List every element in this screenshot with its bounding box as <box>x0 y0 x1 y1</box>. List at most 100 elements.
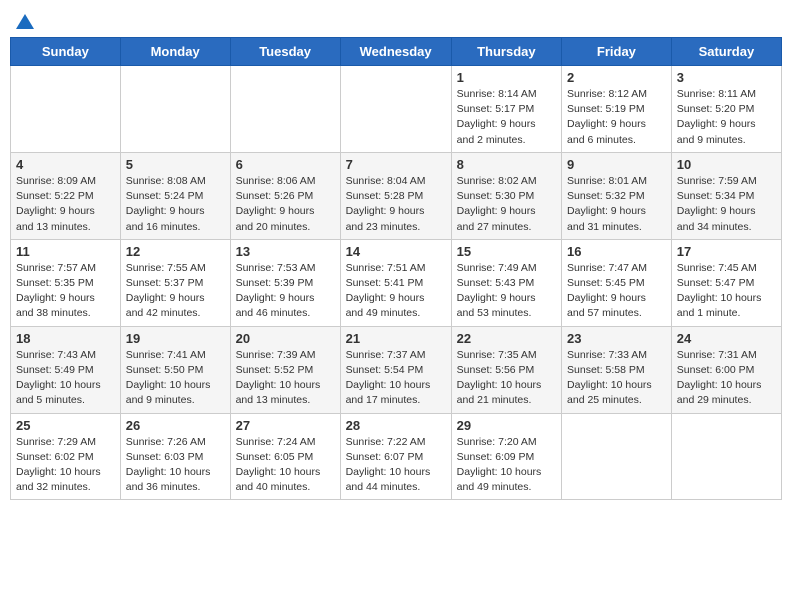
sun-info: Sunrise: 7:26 AM Sunset: 6:03 PM Dayligh… <box>126 435 225 496</box>
column-header-saturday: Saturday <box>671 38 781 66</box>
calendar-cell: 12 Sunrise: 7:55 AM Sunset: 5:37 PM Dayli… <box>120 239 230 326</box>
calendar-week-row: 11 Sunrise: 7:57 AM Sunset: 5:35 PM Dayli… <box>11 239 782 326</box>
sun-info: Sunrise: 7:39 AM Sunset: 5:52 PM Dayligh… <box>236 348 335 409</box>
sun-info: Sunrise: 8:12 AM Sunset: 5:19 PM Dayligh… <box>567 87 666 148</box>
calendar-cell: 3Sunrise: 8:11 AM Sunset: 5:20 PM Daylig… <box>671 66 781 153</box>
calendar-week-row: 4 Sunrise: 8:09 AM Sunset: 5:22 PM Daylig… <box>11 152 782 239</box>
day-number: 21 <box>346 331 446 346</box>
calendar-cell: 4 Sunrise: 8:09 AM Sunset: 5:22 PM Daylig… <box>11 152 121 239</box>
calendar-cell: 8 Sunrise: 8:02 AM Sunset: 5:30 PM Daylig… <box>451 152 561 239</box>
day-number: 14 <box>346 244 446 259</box>
day-number: 25 <box>16 418 115 433</box>
calendar-cell: 20 Sunrise: 7:39 AM Sunset: 5:52 PM Dayli… <box>230 326 340 413</box>
sun-info: Sunrise: 8:04 AM Sunset: 5:28 PM Dayligh… <box>346 174 446 235</box>
day-number: 8 <box>457 157 556 172</box>
column-header-wednesday: Wednesday <box>340 38 451 66</box>
calendar-cell <box>11 66 121 153</box>
calendar-cell: 29 Sunrise: 7:20 AM Sunset: 6:09 PM Dayli… <box>451 413 561 500</box>
calendar-cell: 11 Sunrise: 7:57 AM Sunset: 5:35 PM Dayli… <box>11 239 121 326</box>
calendar-cell <box>671 413 781 500</box>
day-number: 12 <box>126 244 225 259</box>
sun-info: Sunrise: 7:57 AM Sunset: 5:35 PM Dayligh… <box>16 261 115 322</box>
sun-info: Sunrise: 7:33 AM Sunset: 5:58 PM Dayligh… <box>567 348 666 409</box>
calendar-cell: 14 Sunrise: 7:51 AM Sunset: 5:41 PM Dayli… <box>340 239 451 326</box>
calendar-cell: 21 Sunrise: 7:37 AM Sunset: 5:54 PM Dayli… <box>340 326 451 413</box>
calendar-cell: 5 Sunrise: 8:08 AM Sunset: 5:24 PM Daylig… <box>120 152 230 239</box>
calendar-cell: 18 Sunrise: 7:43 AM Sunset: 5:49 PM Dayli… <box>11 326 121 413</box>
calendar-cell: 6 Sunrise: 8:06 AM Sunset: 5:26 PM Daylig… <box>230 152 340 239</box>
sun-info: Sunrise: 8:14 AM Sunset: 5:17 PM Dayligh… <box>457 87 556 148</box>
day-number: 15 <box>457 244 556 259</box>
day-number: 26 <box>126 418 225 433</box>
sun-info: Sunrise: 7:51 AM Sunset: 5:41 PM Dayligh… <box>346 261 446 322</box>
calendar-cell: 2Sunrise: 8:12 AM Sunset: 5:19 PM Daylig… <box>562 66 672 153</box>
calendar-cell: 10 Sunrise: 7:59 AM Sunset: 5:34 PM Dayli… <box>671 152 781 239</box>
calendar-cell: 27 Sunrise: 7:24 AM Sunset: 6:05 PM Dayli… <box>230 413 340 500</box>
day-number: 22 <box>457 331 556 346</box>
sun-info: Sunrise: 7:55 AM Sunset: 5:37 PM Dayligh… <box>126 261 225 322</box>
calendar-cell: 25 Sunrise: 7:29 AM Sunset: 6:02 PM Dayli… <box>11 413 121 500</box>
day-number: 28 <box>346 418 446 433</box>
day-number: 27 <box>236 418 335 433</box>
day-number: 1 <box>457 70 556 85</box>
calendar-cell: 28 Sunrise: 7:22 AM Sunset: 6:07 PM Dayli… <box>340 413 451 500</box>
day-number: 16 <box>567 244 666 259</box>
page-header <box>10 10 782 31</box>
sun-info: Sunrise: 7:35 AM Sunset: 5:56 PM Dayligh… <box>457 348 556 409</box>
sun-info: Sunrise: 7:49 AM Sunset: 5:43 PM Dayligh… <box>457 261 556 322</box>
calendar-cell: 17 Sunrise: 7:45 AM Sunset: 5:47 PM Dayli… <box>671 239 781 326</box>
sun-info: Sunrise: 7:20 AM Sunset: 6:09 PM Dayligh… <box>457 435 556 496</box>
sun-info: Sunrise: 8:06 AM Sunset: 5:26 PM Dayligh… <box>236 174 335 235</box>
sun-info: Sunrise: 7:22 AM Sunset: 6:07 PM Dayligh… <box>346 435 446 496</box>
day-number: 11 <box>16 244 115 259</box>
day-number: 20 <box>236 331 335 346</box>
calendar-cell: 24 Sunrise: 7:31 AM Sunset: 6:00 PM Dayli… <box>671 326 781 413</box>
day-number: 10 <box>677 157 776 172</box>
calendar-cell: 15 Sunrise: 7:49 AM Sunset: 5:43 PM Dayli… <box>451 239 561 326</box>
day-number: 29 <box>457 418 556 433</box>
column-header-monday: Monday <box>120 38 230 66</box>
calendar-cell: 23 Sunrise: 7:33 AM Sunset: 5:58 PM Dayli… <box>562 326 672 413</box>
calendar-header-row: SundayMondayTuesdayWednesdayThursdayFrid… <box>11 38 782 66</box>
calendar-cell <box>562 413 672 500</box>
day-number: 9 <box>567 157 666 172</box>
day-number: 7 <box>346 157 446 172</box>
calendar-table: SundayMondayTuesdayWednesdayThursdayFrid… <box>10 37 782 500</box>
day-number: 13 <box>236 244 335 259</box>
calendar-cell: 9 Sunrise: 8:01 AM Sunset: 5:32 PM Daylig… <box>562 152 672 239</box>
sun-info: Sunrise: 7:37 AM Sunset: 5:54 PM Dayligh… <box>346 348 446 409</box>
day-number: 6 <box>236 157 335 172</box>
sun-info: Sunrise: 8:01 AM Sunset: 5:32 PM Dayligh… <box>567 174 666 235</box>
logo-triangle-icon <box>16 14 34 29</box>
day-number: 23 <box>567 331 666 346</box>
sun-info: Sunrise: 7:29 AM Sunset: 6:02 PM Dayligh… <box>16 435 115 496</box>
sun-info: Sunrise: 7:47 AM Sunset: 5:45 PM Dayligh… <box>567 261 666 322</box>
calendar-cell: 1 Sunrise: 8:14 AM Sunset: 5:17 PM Daylig… <box>451 66 561 153</box>
sun-info: Sunrise: 7:24 AM Sunset: 6:05 PM Dayligh… <box>236 435 335 496</box>
calendar-cell: 26 Sunrise: 7:26 AM Sunset: 6:03 PM Dayli… <box>120 413 230 500</box>
day-number: 19 <box>126 331 225 346</box>
sun-info: Sunrise: 8:08 AM Sunset: 5:24 PM Dayligh… <box>126 174 225 235</box>
calendar-cell: 13 Sunrise: 7:53 AM Sunset: 5:39 PM Dayli… <box>230 239 340 326</box>
day-number: 24 <box>677 331 776 346</box>
sun-info: Sunrise: 7:59 AM Sunset: 5:34 PM Dayligh… <box>677 174 776 235</box>
day-number: 3 <box>677 70 776 85</box>
day-number: 17 <box>677 244 776 259</box>
sun-info: Sunrise: 7:41 AM Sunset: 5:50 PM Dayligh… <box>126 348 225 409</box>
day-number: 18 <box>16 331 115 346</box>
sun-info: Sunrise: 8:09 AM Sunset: 5:22 PM Dayligh… <box>16 174 115 235</box>
sun-info: Sunrise: 7:43 AM Sunset: 5:49 PM Dayligh… <box>16 348 115 409</box>
day-number: 4 <box>16 157 115 172</box>
sun-info: Sunrise: 8:02 AM Sunset: 5:30 PM Dayligh… <box>457 174 556 235</box>
calendar-cell <box>120 66 230 153</box>
sun-info: Sunrise: 7:53 AM Sunset: 5:39 PM Dayligh… <box>236 261 335 322</box>
logo <box>14 10 34 31</box>
sun-info: Sunrise: 7:31 AM Sunset: 6:00 PM Dayligh… <box>677 348 776 409</box>
calendar-week-row: 18 Sunrise: 7:43 AM Sunset: 5:49 PM Dayli… <box>11 326 782 413</box>
day-number: 5 <box>126 157 225 172</box>
calendar-cell: 16 Sunrise: 7:47 AM Sunset: 5:45 PM Dayli… <box>562 239 672 326</box>
calendar-cell: 19 Sunrise: 7:41 AM Sunset: 5:50 PM Dayli… <box>120 326 230 413</box>
column-header-tuesday: Tuesday <box>230 38 340 66</box>
calendar-cell <box>340 66 451 153</box>
sun-info: Sunrise: 7:45 AM Sunset: 5:47 PM Dayligh… <box>677 261 776 322</box>
